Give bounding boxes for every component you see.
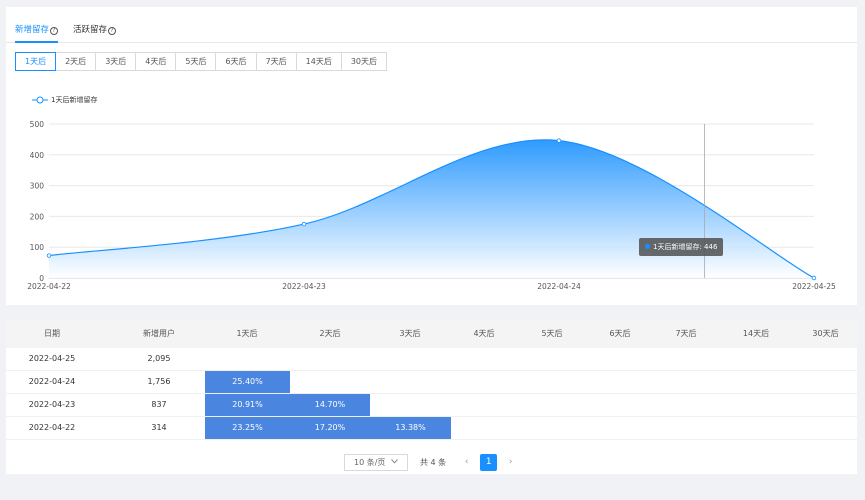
col-header-day-4: 4天后	[473, 329, 495, 338]
table-row: 2022-04-22 314 23.25% 17.20% 13.38%	[6, 417, 857, 440]
cell-retention-rate: 23.25%	[205, 417, 290, 439]
col-header-day-2: 2天后	[319, 329, 341, 338]
page-size-select[interactable]: 10 条/页	[344, 454, 408, 471]
chevron-down-icon	[391, 459, 398, 464]
cell-date: 2022-04-23	[28, 400, 76, 409]
series-area	[49, 139, 814, 278]
cell-retention-rate: 14.70%	[290, 394, 370, 416]
page-size-label: 10 条/页	[354, 458, 386, 467]
retention-area-chart[interactable]: 01002003004005002022-04-22 2022-04-23 2022…	[6, 7, 857, 305]
pagination: 10 条/页 共 4 条 ‹ 1 ›	[344, 454, 519, 471]
table-header: 日期 新增用户 1天后 2天后 3天后 4天后 5天后 6天后 7天后 14天后…	[6, 320, 857, 348]
retention-chart-card: 新增留存? 活跃留存? 1天后 2天后 3天后 4天后 5天后 6天后 7天后 …	[6, 7, 857, 305]
col-header-day-5: 5天后	[541, 329, 563, 338]
cell-date: 2022-04-22	[28, 423, 76, 432]
data-point	[556, 138, 562, 143]
col-header-day-1: 1天后	[236, 329, 258, 338]
data-point	[811, 275, 817, 281]
y-tick-label: 300	[30, 182, 45, 191]
cell-new-users: 314	[151, 423, 167, 432]
table-row: 2022-04-23 837 20.91% 14.70%	[6, 394, 857, 417]
tooltip-text: 1天后新增留存: 446	[653, 243, 718, 251]
total-count: 共 4 条	[420, 458, 447, 467]
y-tick-label: 400	[30, 151, 45, 160]
col-header-new-users: 新增用户	[143, 329, 175, 338]
cell-new-users: 837	[151, 400, 167, 409]
tooltip-series-dot-icon	[645, 244, 650, 249]
cell-retention-rate: 13.38%	[370, 417, 451, 439]
cell-retention-rate: 17.20%	[290, 417, 370, 439]
cell-new-users: 2,095	[147, 354, 171, 363]
table-row: 2022-04-24 1,756 25.40%	[6, 371, 857, 394]
prev-page-button[interactable]: ‹	[458, 454, 475, 471]
next-page-button[interactable]: ›	[502, 454, 519, 471]
y-tick-label: 100	[30, 243, 45, 252]
cell-new-users: 1,756	[147, 377, 171, 386]
data-point	[46, 253, 52, 258]
x-tick-label: 2022-04-24	[537, 282, 581, 291]
y-tick-label: 500	[30, 120, 45, 129]
page-1-button[interactable]: 1	[480, 454, 498, 471]
y-tick-label: 200	[30, 212, 45, 221]
cell-date: 2022-04-25	[28, 354, 76, 363]
cell-date: 2022-04-24	[28, 377, 76, 386]
chart-tooltip: 1天后新增留存: 446	[639, 238, 724, 256]
cell-retention-rate: 20.91%	[205, 394, 290, 416]
col-header-day-30: 30天后	[812, 329, 839, 338]
col-header-day-3: 3天后	[399, 329, 421, 338]
col-header-day-7: 7天后	[675, 329, 697, 338]
retention-table-card: 日期 新增用户 1天后 2天后 3天后 4天后 5天后 6天后 7天后 14天后…	[6, 320, 857, 474]
x-tick-label: 2022-04-23	[282, 282, 326, 291]
x-tick-label: 2022-04-22	[27, 282, 71, 291]
table-row: 2022-04-25 2,095	[6, 348, 857, 371]
data-point	[301, 221, 307, 227]
col-header-day-14: 14天后	[742, 329, 770, 338]
x-tick-label: 2022-04-25	[792, 282, 836, 291]
day-tab-1[interactable]: 1天后	[15, 52, 57, 71]
col-header-day-6: 6天后	[609, 329, 631, 338]
cell-retention-rate: 25.40%	[205, 371, 290, 393]
col-header-date: 日期	[44, 329, 60, 338]
